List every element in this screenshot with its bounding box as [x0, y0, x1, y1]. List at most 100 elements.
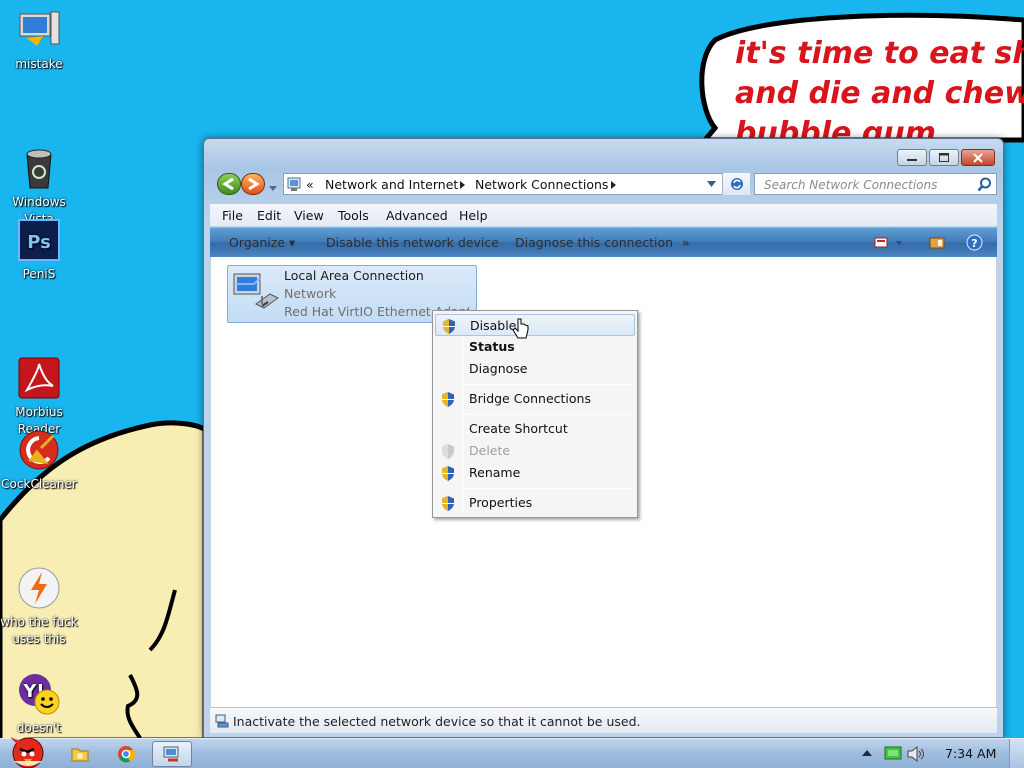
uac-shield-icon: [443, 319, 455, 334]
network-status-icon: [215, 714, 229, 728]
taskbar-explorer[interactable]: [60, 741, 100, 767]
breadcrumb-arrow-icon[interactable]: [611, 181, 617, 189]
network-adapter-icon: [233, 273, 279, 309]
photoshop-icon: Ps: [17, 218, 61, 262]
refresh-icon: [730, 178, 743, 190]
svg-text:Ps: Ps: [27, 232, 51, 253]
mouse-pointer-icon: [512, 318, 529, 339]
menu-item-label: Diagnose: [469, 361, 528, 376]
menu-separator: [465, 488, 635, 489]
close-button[interactable]: [961, 149, 995, 166]
back-arrow-icon: [222, 177, 234, 191]
desktop-icon-mistake[interactable]: mistake: [0, 8, 78, 73]
organize-button[interactable]: Organize ▾: [229, 235, 295, 250]
desktop-icon-label: PeniS: [22, 267, 56, 281]
menu-tools[interactable]: Tools: [338, 208, 369, 223]
desktop-icon-label: CockCleaner: [1, 477, 77, 491]
breadcrumb-arrow-icon[interactable]: [460, 181, 466, 189]
taskbar-clock[interactable]: 7:34 AM: [945, 746, 996, 761]
taskbar-network-connections[interactable]: [152, 741, 192, 767]
start-orb-angry-bird-icon: [10, 737, 44, 768]
minimize-button[interactable]: [897, 149, 927, 166]
start-button[interactable]: [4, 731, 48, 768]
help-icon[interactable]: ?: [966, 234, 983, 251]
broom-icon: [17, 428, 61, 472]
menu-item-label: Bridge Connections: [469, 391, 591, 406]
network-folder-icon: [287, 177, 301, 191]
address-dropdown-icon[interactable]: [707, 181, 716, 187]
menu-item-diagnose[interactable]: Diagnose: [435, 358, 635, 380]
diagnose-connection-button[interactable]: Diagnose this connection: [515, 235, 673, 250]
speech-bubble-text: it's time to eat shit and die and chew b…: [735, 36, 1024, 138]
search-icon[interactable]: [977, 177, 992, 192]
chevron-down-icon: ▾: [288, 235, 296, 250]
menu-separator: [465, 414, 635, 415]
command-bar: Organize ▾ Disable this network device D…: [210, 227, 997, 257]
menu-advanced[interactable]: Advanced: [386, 208, 448, 223]
breadcrumb-network-connections[interactable]: Network Connections: [475, 177, 608, 192]
uac-shield-icon: [442, 392, 454, 407]
close-icon: [973, 153, 983, 163]
menu-item-label: Rename: [469, 465, 521, 480]
taskbar-chrome[interactable]: [106, 741, 146, 767]
menu-item-label: Delete: [469, 443, 511, 458]
desktop-icon-penis[interactable]: Ps PeniS: [0, 218, 78, 283]
forward-button[interactable]: [241, 173, 265, 195]
connection-network: Network: [284, 286, 337, 301]
chrome-icon: [118, 746, 136, 763]
menu-item-delete: Delete: [435, 440, 635, 462]
recycle-bin-icon: [17, 129, 61, 189]
menu-bar: File Edit View Tools Advanced Help: [210, 204, 997, 226]
menu-item-label: Properties: [469, 495, 533, 510]
maximize-button[interactable]: [929, 149, 959, 166]
address-chevron[interactable]: «: [306, 177, 314, 192]
preview-pane-icon[interactable]: [929, 236, 945, 250]
yahoo-messenger-icon: Y!: [17, 655, 61, 715]
breadcrumb-network-and-internet[interactable]: Network and Internet: [325, 177, 458, 192]
recent-pages-dropdown[interactable]: [269, 181, 277, 191]
search-box[interactable]: Search Network Connections: [754, 173, 997, 195]
tray-network-icon[interactable]: [884, 746, 902, 761]
menu-item-rename[interactable]: Rename: [435, 462, 635, 484]
menu-separator: [465, 384, 635, 385]
disable-device-button[interactable]: Disable this network device: [326, 235, 499, 250]
desktop-icon-cockcleaner[interactable]: CockCleaner: [0, 428, 78, 493]
menu-view[interactable]: View: [294, 208, 324, 223]
chevron-down-icon: [269, 186, 277, 191]
volume-icon[interactable]: [906, 746, 924, 762]
uac-shield-icon: [442, 444, 454, 459]
show-hidden-icons-icon[interactable]: [862, 749, 872, 757]
status-bar: Inactivate the selected network device s…: [210, 707, 997, 733]
change-view-icon[interactable]: [874, 236, 904, 250]
menu-item-bridge-connections[interactable]: Bridge Connections: [435, 388, 635, 410]
svg-text:?: ?: [971, 237, 977, 250]
menu-file[interactable]: File: [222, 208, 243, 223]
refresh-button[interactable]: [722, 173, 750, 195]
connection-name: Local Area Connection: [284, 268, 424, 283]
lightning-icon: [17, 549, 61, 609]
search-placeholder[interactable]: Search Network Connections: [764, 178, 937, 192]
menu-edit[interactable]: Edit: [257, 208, 281, 223]
menu-item-label: Create Shortcut: [469, 421, 568, 436]
menu-item-disable[interactable]: Disable: [435, 314, 635, 336]
menu-item-status[interactable]: Status: [435, 336, 635, 358]
menu-item-properties[interactable]: Properties: [435, 492, 635, 514]
network-connections-icon: [163, 746, 179, 762]
address-bar[interactable]: « Network and Internet Network Connectio…: [283, 173, 750, 195]
maximize-icon: [939, 153, 949, 162]
menu-item-create-shortcut[interactable]: Create Shortcut: [435, 418, 635, 440]
back-button[interactable]: [217, 173, 241, 195]
uac-shield-icon: [442, 496, 454, 511]
desktop-icon-label: mistake: [15, 57, 63, 71]
status-text: Inactivate the selected network device s…: [233, 714, 641, 729]
context-menu: Disable Status Diagnose Bridge Connectio…: [432, 310, 638, 518]
taskbar: 7:34 AM: [0, 737, 1024, 768]
show-desktop-button[interactable]: [1009, 739, 1024, 768]
menu-item-label: Disable: [470, 318, 517, 333]
forward-arrow-icon: [248, 177, 260, 191]
minimize-icon: [907, 159, 917, 161]
more-commands-button[interactable]: »: [682, 235, 690, 250]
uac-shield-icon: [442, 466, 454, 481]
menu-help[interactable]: Help: [459, 208, 488, 223]
pdf-reader-icon: [17, 339, 61, 399]
